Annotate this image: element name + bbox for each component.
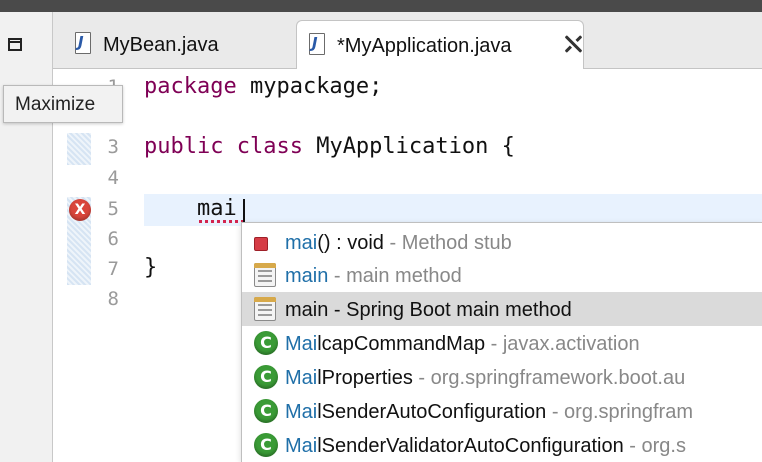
proposal-detail: lSenderAutoConfiguration [317, 401, 547, 423]
text-cursor [243, 199, 245, 223]
proposal-detail: lcapCommandMap [317, 333, 486, 355]
error-underline [199, 220, 243, 223]
proposal-mailsenderautoconfiguration[interactable]: C MailSenderAutoConfiguration - org.spri… [242, 394, 762, 428]
tab-myapplication[interactable]: J *MyApplication.java [296, 20, 584, 69]
proposal-mai-method-stub[interactable]: mai() : void - Method stub [242, 225, 762, 259]
proposal-detail: () : void [317, 232, 384, 254]
change-marker [67, 133, 91, 165]
line-number: 5 [107, 198, 119, 220]
tab-mybean[interactable]: J MyBean.java [63, 20, 295, 68]
proposal-match: mai [285, 232, 318, 254]
proposal-qualifier: - org.springfram [546, 401, 693, 423]
proposal-label: main - Spring Boot main method [285, 299, 572, 321]
proposal-mailsendervalidatorautoconfiguration[interactable]: C MailSenderValidatorAutoConfiguration -… [242, 428, 762, 462]
code-line-typing: mai [144, 196, 237, 221]
code-line-closing-brace: } [144, 255, 158, 280]
java-file-icon: J [75, 32, 91, 54]
editor-tab-bar: J MyBean.java J *MyApplication.java [53, 12, 762, 69]
class-icon: C [254, 399, 278, 423]
proposal-mailcapcommandmap[interactable]: C MailcapCommandMap - javax.activation [242, 326, 762, 360]
error-icon[interactable]: X [69, 199, 91, 221]
line-number: 3 [107, 136, 119, 158]
maximize-tooltip: Maximize [3, 85, 123, 123]
code-text: mypackage; [236, 74, 383, 99]
proposal-mailproperties[interactable]: C MailProperties - org.springframework.b… [242, 360, 762, 394]
line-number: 7 [107, 258, 119, 280]
template-icon [254, 263, 276, 287]
proposal-qualifier: - Method stub [383, 232, 512, 254]
tab-label: *MyApplication.java [337, 35, 512, 57]
keyword: public class [144, 134, 303, 159]
code-text: MyApplication { [302, 134, 515, 159]
line-number: 4 [107, 167, 119, 189]
proposal-main-method[interactable]: main - main method [242, 258, 762, 292]
proposal-match: Mai [285, 401, 318, 423]
class-icon: C [254, 365, 278, 389]
proposal-qualifier: - org.springframework.boot.au [412, 367, 686, 389]
window-icon [8, 38, 22, 51]
keyword: package [144, 74, 237, 99]
proposal-match: Mai [285, 367, 318, 389]
template-icon [254, 297, 276, 321]
class-icon: C [254, 331, 278, 355]
proposal-detail: lProperties [317, 367, 413, 389]
line-number: 8 [107, 288, 119, 310]
window-top-edge [0, 0, 762, 12]
proposal-qualifier: - org.s [623, 435, 686, 457]
close-tab-icon[interactable] [563, 33, 585, 55]
tab-label: MyBean.java [103, 34, 219, 56]
method-icon [254, 237, 268, 251]
minimized-view-strip [0, 12, 53, 462]
restore-view-button[interactable] [6, 36, 24, 54]
content-assist-popup: mai() : void - Method stub main - main m… [241, 222, 762, 462]
proposal-match: main [285, 265, 329, 287]
proposal-match: Mai [285, 435, 318, 457]
java-file-icon: J [309, 33, 325, 55]
code-line-package: package mypackage; [144, 74, 382, 99]
class-icon: C [254, 433, 278, 457]
code-line-class: public class MyApplication { [144, 134, 515, 159]
proposal-detail: lSenderValidatorAutoConfiguration [317, 435, 624, 457]
window-icon-titlebar [8, 41, 22, 43]
proposal-spring-boot-main[interactable]: main - Spring Boot main method [242, 292, 762, 326]
proposal-qualifier: - main method [328, 265, 462, 287]
proposal-qualifier: - javax.activation [485, 333, 640, 355]
proposal-match: Mai [285, 333, 318, 355]
line-number: 6 [107, 228, 119, 250]
